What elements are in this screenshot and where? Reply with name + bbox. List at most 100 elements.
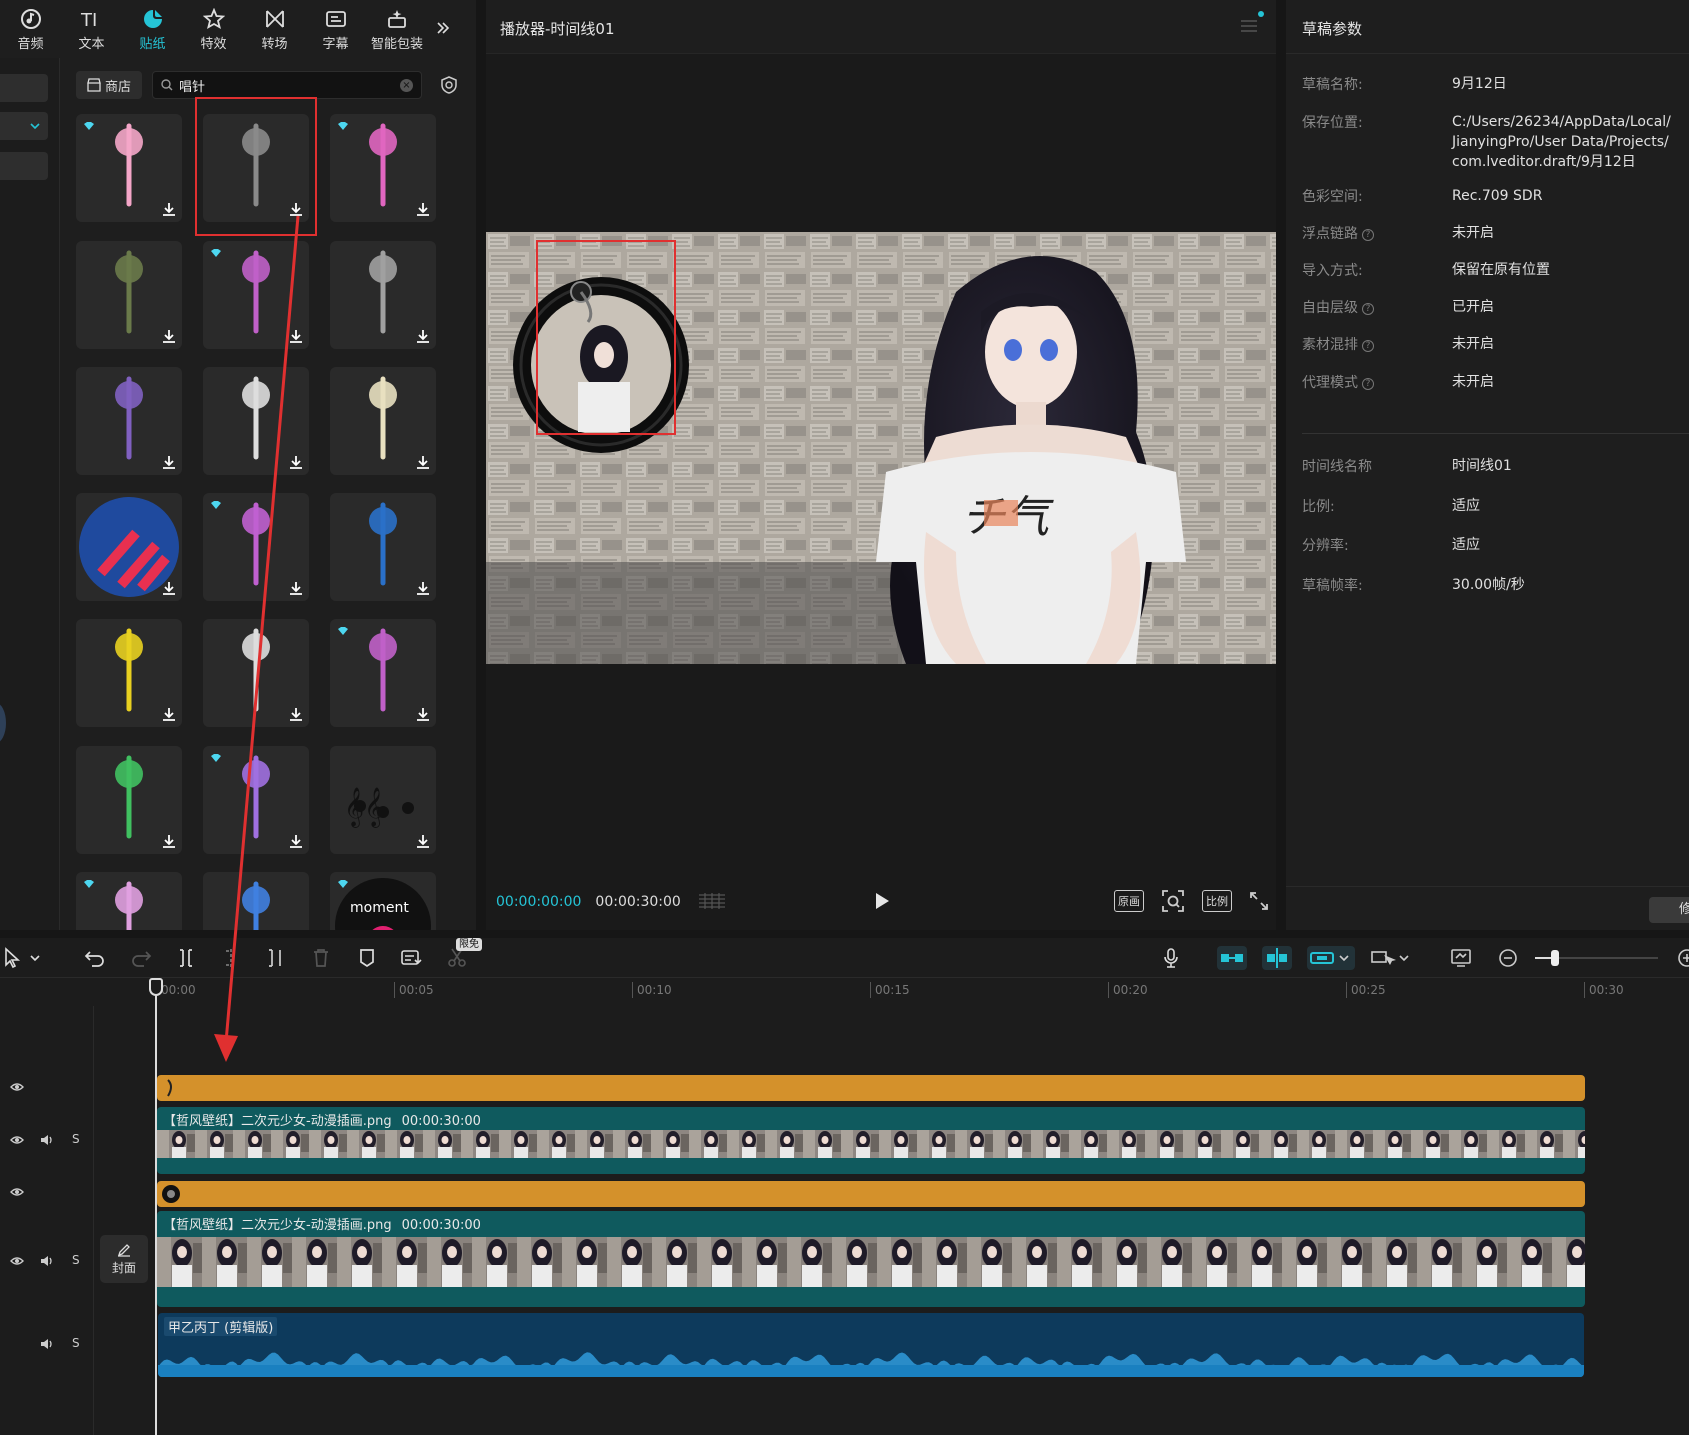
eye-icon[interactable] xyxy=(10,1187,24,1197)
eye-icon[interactable] xyxy=(10,1256,24,1266)
ribbon-bottle-sticker[interactable] xyxy=(76,872,182,930)
download-icon[interactable] xyxy=(416,707,430,721)
zoom-in-icon[interactable] xyxy=(1676,947,1689,969)
speaker-icon[interactable] xyxy=(40,1338,54,1350)
solo-toggle[interactable]: S xyxy=(72,1253,80,1267)
split-left-icon[interactable] xyxy=(220,947,242,969)
focus-icon[interactable] xyxy=(1162,890,1184,912)
maracas-sticker[interactable] xyxy=(330,619,436,727)
split-icon[interactable] xyxy=(175,947,197,969)
marker-icon[interactable] xyxy=(356,947,378,969)
auto-caption-icon[interactable] xyxy=(400,947,422,969)
modify-button[interactable]: 修 xyxy=(1649,897,1689,923)
tab-text[interactable]: TI 文本 xyxy=(61,0,122,58)
audio-clip[interactable]: 甲乙丙丁 (剪辑版) xyxy=(158,1313,1584,1377)
syringes-circle-sticker[interactable] xyxy=(76,493,182,601)
vertical-needle-2-sticker[interactable] xyxy=(203,619,309,727)
time-ruler[interactable]: 00:00 00:05 00:10 00:15 00:20 00:25 00:30 xyxy=(0,978,1689,1006)
sticker-search-box[interactable]: × xyxy=(152,71,422,99)
help-icon[interactable]: ? xyxy=(1362,229,1374,241)
zoom-out-icon[interactable] xyxy=(1497,947,1519,969)
collapse-handle[interactable] xyxy=(0,703,6,743)
download-icon[interactable] xyxy=(162,455,176,469)
purple-microphone-cable-sticker[interactable] xyxy=(203,241,309,349)
category-item[interactable] xyxy=(0,152,48,180)
download-icon[interactable] xyxy=(416,581,430,595)
tab-smart-package[interactable]: 智能包装 xyxy=(366,0,428,58)
download-icon[interactable] xyxy=(289,581,303,595)
gray-tonearm-sticker[interactable] xyxy=(330,241,436,349)
music-notes-sticker[interactable]: 𝄞𝄞 xyxy=(330,746,436,854)
download-icon[interactable] xyxy=(162,329,176,343)
purple-headphones-sticker[interactable] xyxy=(76,367,182,475)
tab-transition[interactable]: 转场 xyxy=(244,0,305,58)
playhead-line[interactable] xyxy=(155,978,157,1435)
preview-window-icon[interactable] xyxy=(1450,947,1472,969)
pink-microphone-sticker[interactable] xyxy=(76,114,182,222)
boombox-sticker[interactable] xyxy=(203,493,309,601)
tab-sticker[interactable]: 贴纸 xyxy=(122,0,183,58)
needle-green-cable-sticker[interactable] xyxy=(76,241,182,349)
download-icon[interactable] xyxy=(162,202,176,216)
blue-vial-sticker[interactable] xyxy=(203,872,309,930)
help-icon[interactable]: ? xyxy=(1362,340,1374,352)
download-icon[interactable] xyxy=(162,834,176,848)
menu-icon[interactable] xyxy=(1240,18,1258,34)
neon-microphone-sticker[interactable] xyxy=(330,114,436,222)
play-button[interactable] xyxy=(874,892,890,910)
microphone-icon[interactable] xyxy=(1160,947,1182,969)
ratio-button[interactable]: 比例 xyxy=(1202,890,1232,912)
solo-toggle[interactable]: S xyxy=(72,1132,80,1146)
yellow-microphone-sticker[interactable] xyxy=(76,619,182,727)
preview-axis-icon[interactable] xyxy=(1370,947,1414,969)
zoom-slider[interactable] xyxy=(1535,950,1658,966)
help-icon[interactable]: ? xyxy=(1362,378,1374,390)
tab-subtitle[interactable]: 字幕 xyxy=(305,0,366,58)
playhead-handle[interactable] xyxy=(149,978,163,996)
tab-effects[interactable]: 特效 xyxy=(183,0,244,58)
download-icon[interactable] xyxy=(162,581,176,595)
download-icon[interactable] xyxy=(416,834,430,848)
category-item[interactable] xyxy=(0,74,48,102)
download-icon[interactable] xyxy=(162,707,176,721)
redo-icon[interactable] xyxy=(130,947,152,969)
sticker-clip-record[interactable] xyxy=(157,1181,1585,1207)
pink-music-mic-sticker[interactable] xyxy=(203,746,309,854)
moment-record-sticker[interactable]: moment xyxy=(330,872,436,930)
delete-icon[interactable] xyxy=(310,947,332,969)
filter-icon[interactable] xyxy=(436,72,462,98)
retro-microphone-sticker[interactable] xyxy=(330,367,436,475)
download-icon[interactable] xyxy=(416,455,430,469)
zoom-slider-handle[interactable] xyxy=(1551,950,1559,966)
vertical-needle-sticker[interactable] xyxy=(203,367,309,475)
blue-pen-sticker[interactable] xyxy=(330,493,436,601)
fullscreen-icon[interactable] xyxy=(1250,892,1268,910)
download-icon[interactable] xyxy=(289,329,303,343)
search-input[interactable] xyxy=(179,77,379,93)
auto-snap-button[interactable] xyxy=(1262,946,1292,970)
eye-icon[interactable] xyxy=(10,1082,24,1092)
download-icon[interactable] xyxy=(289,707,303,721)
video-preview[interactable]: チ气 xyxy=(486,232,1276,664)
video-clip-overlay[interactable]: 【哲风壁纸】二次元少女-动漫插画.png 00:00:30:00 xyxy=(157,1107,1585,1174)
video-clip-main[interactable]: 【哲风壁纸】二次元少女-动漫插画.png 00:00:30:00 xyxy=(157,1211,1585,1307)
store-button[interactable]: 商店 xyxy=(76,71,142,99)
download-icon[interactable] xyxy=(289,834,303,848)
download-icon[interactable] xyxy=(289,455,303,469)
speaker-icon[interactable] xyxy=(40,1255,54,1267)
split-right-icon[interactable] xyxy=(265,947,287,969)
green-syringe-sticker[interactable] xyxy=(76,746,182,854)
speaker-icon[interactable] xyxy=(40,1134,54,1146)
linkage-button[interactable] xyxy=(1307,946,1355,970)
tab-audio[interactable]: 音频 xyxy=(0,0,61,58)
eye-icon[interactable] xyxy=(10,1135,24,1145)
original-quality-button[interactable]: 原画 xyxy=(1114,890,1144,912)
help-icon[interactable]: ? xyxy=(1362,303,1374,315)
undo-icon[interactable] xyxy=(84,947,106,969)
main-track-magnet-button[interactable] xyxy=(1217,946,1247,970)
more-tabs-button[interactable] xyxy=(428,0,458,58)
chevron-down-icon[interactable] xyxy=(28,947,42,969)
download-icon[interactable] xyxy=(416,329,430,343)
cover-button[interactable]: 封面 xyxy=(100,1235,148,1283)
grid-icon[interactable] xyxy=(699,893,726,909)
